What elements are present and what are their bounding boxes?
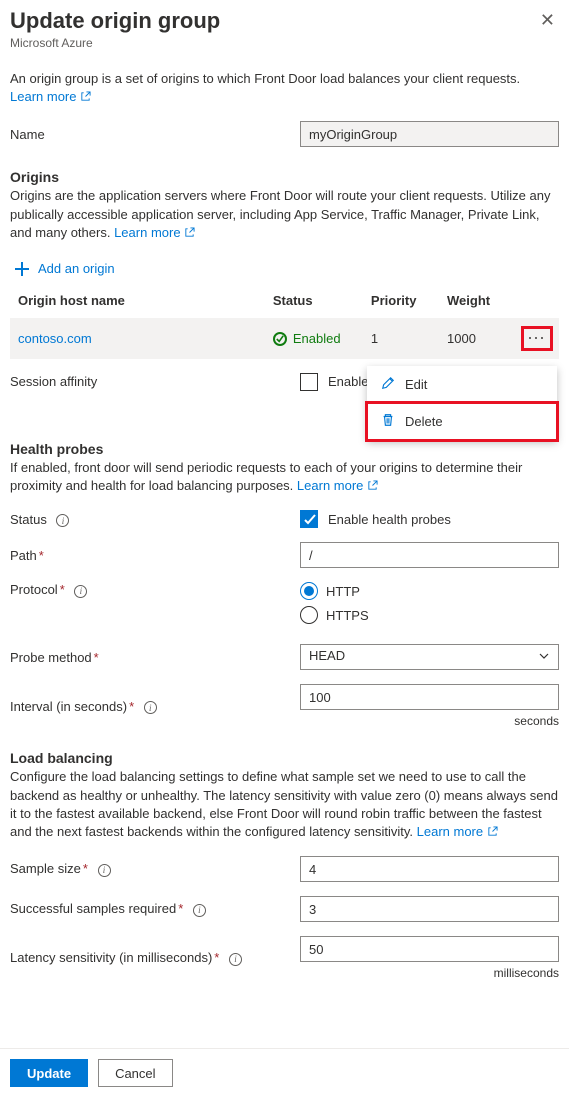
successful-samples-label: Successful samples required: [10, 901, 176, 916]
check-circle-icon: [273, 332, 287, 346]
lb-learn-more-link[interactable]: Learn more: [417, 824, 498, 839]
name-label: Name: [10, 127, 300, 142]
update-button[interactable]: Update: [10, 1059, 88, 1087]
col-host: Origin host name: [10, 287, 265, 318]
external-link-icon: [184, 225, 195, 243]
chevron-down-icon: [538, 650, 550, 665]
sample-size-label: Sample size: [10, 861, 81, 876]
info-icon[interactable]: i: [74, 585, 87, 598]
latency-sensitivity-input[interactable]: [300, 936, 559, 962]
path-label: Path: [10, 548, 37, 563]
add-origin-button[interactable]: Add an origin: [14, 261, 115, 277]
trash-icon: [381, 413, 395, 430]
info-icon[interactable]: i: [144, 701, 157, 714]
external-link-icon: [487, 824, 498, 842]
successful-samples-input[interactable]: [300, 896, 559, 922]
interval-unit: seconds: [300, 714, 559, 728]
external-link-icon: [367, 478, 378, 496]
radio-icon: [300, 582, 318, 600]
plus-icon: [14, 261, 30, 277]
menu-item-edit[interactable]: Edit: [367, 366, 557, 403]
info-icon[interactable]: i: [56, 514, 69, 527]
info-icon[interactable]: i: [193, 904, 206, 917]
interval-label: Interval (in seconds): [10, 699, 127, 714]
row-overflow-menu-icon[interactable]: ⋯: [523, 328, 551, 349]
radio-icon: [300, 606, 318, 624]
path-input[interactable]: [300, 542, 559, 568]
protocol-http-radio[interactable]: HTTP: [300, 582, 559, 600]
info-icon[interactable]: i: [229, 953, 242, 966]
learn-more-link[interactable]: Learn more: [10, 89, 91, 104]
interval-input[interactable]: [300, 684, 559, 710]
session-affinity-checkbox[interactable]: [300, 373, 318, 391]
health-probes-heading: Health probes: [10, 441, 559, 457]
origins-desc: Origins are the application servers wher…: [10, 188, 550, 239]
probe-status-label: Status: [10, 512, 47, 527]
external-link-icon: [80, 89, 91, 107]
table-row[interactable]: contoso.com Enabled 1 1000 ⋯: [10, 318, 559, 359]
page-subtitle: Microsoft Azure: [10, 36, 220, 50]
protocol-label: Protocol: [10, 582, 58, 597]
close-icon[interactable]: ✕: [536, 8, 559, 33]
col-priority: Priority: [363, 287, 439, 318]
health-probes-desc: If enabled, front door will send periodi…: [10, 460, 522, 493]
health-learn-more-link[interactable]: Learn more: [297, 478, 378, 493]
status-badge: Enabled: [273, 331, 341, 346]
load-balancing-heading: Load balancing: [10, 750, 559, 766]
latency-sensitivity-label: Latency sensitivity (in milliseconds): [10, 950, 212, 965]
cancel-button[interactable]: Cancel: [98, 1059, 172, 1087]
session-affinity-label: Session affinity: [10, 374, 300, 389]
protocol-https-radio[interactable]: HTTPS: [300, 606, 559, 624]
probe-method-label: Probe method: [10, 650, 92, 665]
enable-health-probes-label: Enable health probes: [328, 512, 451, 527]
latency-unit: milliseconds: [300, 966, 559, 980]
sample-size-input[interactable]: [300, 856, 559, 882]
cell-priority: 1: [363, 318, 439, 359]
context-menu: Edit Delete: [367, 366, 557, 440]
col-status: Status: [265, 287, 363, 318]
origins-learn-more-link[interactable]: Learn more: [114, 225, 195, 240]
probe-method-select[interactable]: HEAD: [300, 644, 559, 670]
enable-health-probes-checkbox[interactable]: [300, 510, 318, 528]
col-weight: Weight: [439, 287, 515, 318]
info-icon[interactable]: i: [98, 864, 111, 877]
origins-heading: Origins: [10, 169, 559, 185]
menu-item-delete[interactable]: Delete: [367, 403, 557, 440]
origin-host-link[interactable]: contoso.com: [18, 331, 92, 346]
cell-weight: 1000: [439, 318, 515, 359]
name-input: [300, 121, 559, 147]
pencil-icon: [381, 376, 395, 393]
intro-text: An origin group is a set of origins to w…: [10, 71, 520, 86]
page-title: Update origin group: [10, 8, 220, 34]
